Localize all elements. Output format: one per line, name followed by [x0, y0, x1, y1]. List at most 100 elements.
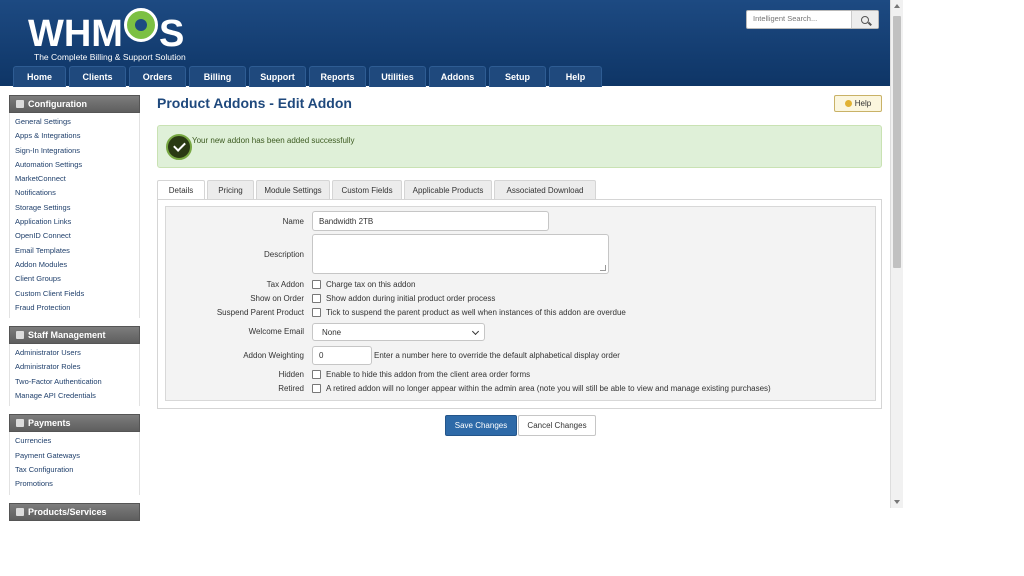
users-icon [16, 331, 24, 340]
sidebar-item-sign-in-integrations[interactable]: Sign-In Integrations [10, 144, 139, 158]
sidebar-item-fraud-protection[interactable]: Fraud Protection [10, 301, 139, 315]
sidebar-item-two-factor[interactable]: Two-Factor Authentication [10, 375, 139, 389]
sidebar-item-custom-client-fields[interactable]: Custom Client Fields [10, 287, 139, 301]
weighting-field: 0 Enter a number here to override the def… [312, 346, 620, 365]
row-welcome-email: Welcome Email None [166, 322, 875, 342]
sidebar-item-administrator-users[interactable]: Administrator Users [10, 346, 139, 360]
show-on-order-text: Show addon during initial product order … [326, 294, 496, 303]
search-icon [861, 15, 869, 24]
sidebar-item-addon-modules[interactable]: Addon Modules [10, 258, 139, 272]
description-field-wrap [312, 234, 609, 274]
intelligent-search [746, 10, 879, 29]
sidebar-item-notifications[interactable]: Notifications [10, 186, 139, 200]
welcome-email-label: Welcome Email [248, 327, 304, 336]
sidebar-item-tax-configuration[interactable]: Tax Configuration [10, 463, 139, 477]
show-on-order-checkbox[interactable] [312, 294, 321, 303]
row-show-on-order: Show on Order Show addon during initial … [166, 293, 875, 307]
hidden-text: Enable to hide this addon from the clien… [326, 370, 531, 379]
sidebar-list-payments: Currencies Payment Gateways Tax Configur… [9, 432, 140, 495]
row-name: Name Bandwidth 2TB [166, 211, 875, 231]
sidebar-header-products: Products/Services [9, 502, 140, 521]
sidebar-item-promotions[interactable]: Promotions [10, 477, 139, 491]
help-button[interactable]: Help [834, 95, 882, 112]
search-button[interactable] [851, 11, 878, 28]
weighting-label: Addon Weighting [243, 351, 304, 360]
tab-custom-fields[interactable]: Custom Fields [332, 180, 402, 199]
help-icon [844, 100, 852, 107]
scrollbar-thumb[interactable] [893, 16, 901, 268]
tax-addon-checkbox[interactable] [312, 280, 321, 289]
nav-billing[interactable]: Billing [189, 66, 246, 87]
show-on-order-label: Show on Order [250, 294, 304, 303]
header-bar: WHM S The Complete Billing & Support Solu… [0, 0, 890, 87]
search-input[interactable] [747, 11, 849, 26]
sidebar: Configuration General Settings Apps & In… [9, 95, 140, 521]
retired-text: A retired addon will no longer appear wi… [326, 384, 771, 393]
sidebar-header-label: Payments [28, 418, 71, 429]
sidebar-item-api-credentials[interactable]: Manage API Credentials [10, 389, 139, 403]
tax-addon-text: Charge tax on this addon [326, 280, 416, 289]
sidebar-item-general-settings[interactable]: General Settings [10, 115, 139, 129]
box-icon [16, 507, 24, 516]
sidebar-item-currencies[interactable]: Currencies [10, 434, 139, 448]
nav-help[interactable]: Help [549, 66, 602, 87]
sidebar-item-openid-connect[interactable]: OpenID Connect [10, 229, 139, 243]
tab-details[interactable]: Details [157, 180, 205, 200]
suspend-parent-checkbox[interactable] [312, 308, 321, 317]
main-nav: Home Clients Orders Billing Support Repo… [13, 66, 602, 87]
sidebar-list-staff: Administrator Users Administrator Roles … [9, 344, 140, 407]
addon-form: Name Bandwidth 2TB Description Tax Addon… [165, 206, 876, 401]
logo-text-left: WHM [28, 13, 123, 55]
suspend-parent-text: Tick to suspend the parent product as we… [326, 308, 626, 317]
nav-utilities[interactable]: Utilities [369, 66, 426, 87]
hidden-checkbox[interactable] [312, 370, 321, 379]
sidebar-header-payments: Payments [9, 414, 140, 433]
sidebar-item-payment-gateways[interactable]: Payment Gateways [10, 449, 139, 463]
sidebar-item-email-templates[interactable]: Email Templates [10, 244, 139, 258]
tab-module-settings[interactable]: Module Settings [256, 180, 330, 199]
name-field-wrap: Bandwidth 2TB [312, 211, 549, 231]
tax-addon-label: Tax Addon [266, 280, 304, 289]
welcome-email-select[interactable]: None [312, 323, 485, 341]
sidebar-item-client-groups[interactable]: Client Groups [10, 272, 139, 286]
logo-text-right: S [158, 13, 185, 55]
suspend-parent-label: Suspend Parent Product [216, 308, 304, 317]
nav-addons[interactable]: Addons [429, 66, 486, 87]
scroll-down-icon[interactable] [894, 500, 900, 504]
page-title: Product Addons - Edit Addon [157, 95, 352, 111]
nav-clients[interactable]: Clients [69, 66, 126, 87]
tab-associated-download[interactable]: Associated Download [494, 180, 596, 199]
sidebar-item-administrator-roles[interactable]: Administrator Roles [10, 360, 139, 374]
row-tax-addon: Tax Addon Charge tax on this addon [166, 279, 875, 293]
sidebar-item-application-links[interactable]: Application Links [10, 215, 139, 229]
checkmark-icon [166, 134, 192, 160]
welcome-email-field: None [312, 323, 485, 341]
save-changes-button[interactable]: Save Changes [445, 415, 517, 436]
sidebar-header-configuration: Configuration [9, 95, 140, 113]
whmcs-logo[interactable]: WHM S The Complete Billing & Support Solu… [28, 8, 186, 62]
tab-applicable-products[interactable]: Applicable Products [404, 180, 492, 199]
cancel-changes-button[interactable]: Cancel Changes [518, 415, 596, 436]
nav-orders[interactable]: Orders [129, 66, 186, 87]
scroll-up-icon[interactable] [894, 4, 900, 8]
nav-home[interactable]: Home [13, 66, 66, 87]
sidebar-item-apps-integrations[interactable]: Apps & Integrations [10, 129, 139, 143]
sidebar-item-marketconnect[interactable]: MarketConnect [10, 172, 139, 186]
nav-support[interactable]: Support [249, 66, 306, 87]
description-textarea[interactable] [312, 234, 609, 274]
nav-reports[interactable]: Reports [309, 66, 366, 87]
retired-checkbox[interactable] [312, 384, 321, 393]
sidebar-header-label: Products/Services [28, 506, 107, 517]
help-label: Help [854, 99, 872, 108]
weighting-input[interactable]: 0 [312, 346, 372, 365]
tab-pricing[interactable]: Pricing [207, 180, 254, 199]
welcome-email-value: None [322, 327, 342, 337]
name-input[interactable]: Bandwidth 2TB [312, 211, 549, 231]
vertical-scrollbar[interactable] [890, 0, 903, 508]
nav-setup[interactable]: Setup [489, 66, 546, 87]
gear-icon [123, 8, 158, 42]
sidebar-item-automation-settings[interactable]: Automation Settings [10, 158, 139, 172]
row-description: Description [166, 234, 875, 276]
sidebar-item-storage-settings[interactable]: Storage Settings [10, 201, 139, 215]
row-weighting: Addon Weighting 0 Enter a number here to … [166, 346, 875, 366]
